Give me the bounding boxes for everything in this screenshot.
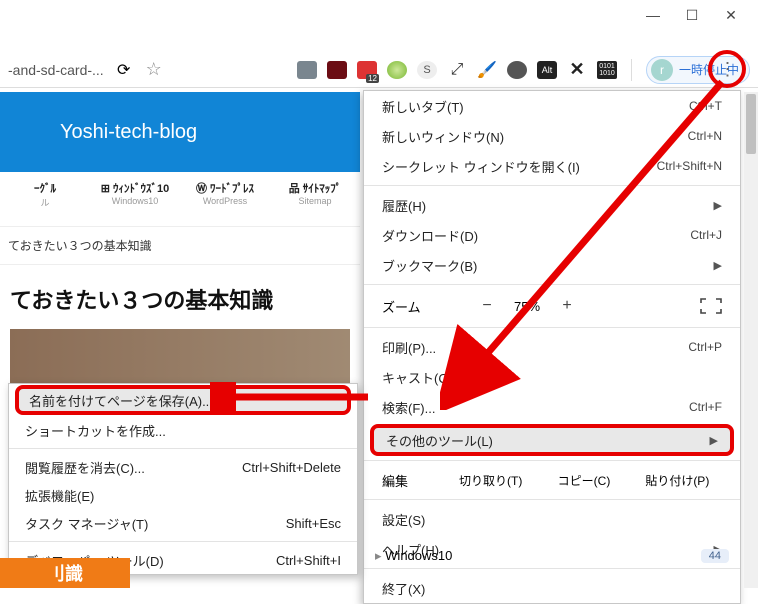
extension-icon[interactable] <box>387 61 407 79</box>
extension-icon[interactable]: 01011010 <box>597 61 617 79</box>
menu-find[interactable]: 検索(F)...Ctrl+F <box>364 392 740 422</box>
extension-icon[interactable]: 🖌️ <box>477 61 497 79</box>
chevron-right-icon: ▶ <box>710 434 718 447</box>
menu-print[interactable]: 印刷(P)...Ctrl+P <box>364 332 740 362</box>
menu-kebab-icon[interactable]: ⋮ <box>719 59 736 80</box>
menu-incognito[interactable]: シークレット ウィンドウを開く(I)Ctrl+Shift+N <box>364 151 740 181</box>
nav-item[interactable]: ｰｸﾞﾙル <box>0 172 90 226</box>
site-hero: Yoshi-tech-blog <box>0 92 360 172</box>
fullscreen-icon[interactable] <box>700 298 722 314</box>
menu-new-window[interactable]: 新しいウィンドウ(N)Ctrl+N <box>364 121 740 151</box>
extension-icon[interactable]: Alt <box>537 61 557 79</box>
submenu-clear-history[interactable]: 閲覧履歴を消去(C)...Ctrl+Shift+Delete <box>9 453 357 481</box>
extension-icon[interactable] <box>507 61 527 79</box>
menu-more-tools[interactable]: その他のツール(L)▶ <box>370 424 734 456</box>
menu-settings[interactable]: 設定(S) <box>364 504 740 534</box>
maximize-button[interactable]: ☐ <box>685 8 699 22</box>
chevron-right-icon: ▸ <box>375 548 382 563</box>
extension-icon[interactable]: ⤢ <box>447 61 467 79</box>
menu-cast[interactable]: キャスト(C)... <box>364 362 740 392</box>
chevron-right-icon: ▶ <box>714 259 722 272</box>
page-content: Yoshi-tech-blog ｰｸﾞﾙル ⊞ ｳｨﾝﾄﾞｳｽﾞ10Window… <box>0 92 360 409</box>
extension-icon[interactable]: S <box>417 61 437 79</box>
site-nav: ｰｸﾞﾙル ⊞ ｳｨﾝﾄﾞｳｽﾞ10Windows10 Ⓦ ﾜｰﾄﾞﾌﾟﾚｽWo… <box>0 172 360 227</box>
bottom-strip: 刂識 <box>0 558 130 588</box>
nav-item[interactable]: ⊞ ｳｨﾝﾄﾞｳｽﾞ10Windows10 <box>90 172 180 226</box>
reload-icon[interactable]: ⟳ <box>114 60 134 80</box>
extension-icon[interactable]: 12 <box>357 61 377 79</box>
article-title: ておきたい３つの基本知識 <box>10 283 350 315</box>
profile-avatar: r <box>651 59 673 81</box>
address-fragment: -and-sd-card-... <box>8 62 104 78</box>
scrollbar[interactable] <box>744 92 758 588</box>
extension-icon[interactable] <box>327 61 347 79</box>
close-button[interactable]: ✕ <box>724 8 738 22</box>
menu-exit[interactable]: 終了(X) <box>364 573 740 603</box>
extension-icon[interactable] <box>297 61 317 79</box>
submenu-save-as[interactable]: 名前を付けてページを保存(A)... <box>15 385 351 415</box>
zoom-out-button[interactable]: − <box>472 297 502 315</box>
submenu-extensions[interactable]: 拡張機能(E) <box>9 481 357 509</box>
copy-button[interactable]: コピー(C) <box>539 472 628 489</box>
menu-edit: 編集 切り取り(T) コピー(C) 貼り付け(P) <box>364 465 740 495</box>
submenu-create-shortcut[interactable]: ショートカットを作成... <box>9 416 357 444</box>
chrome-main-menu: 新しいタブ(T)Ctrl+T 新しいウィンドウ(N)Ctrl+N シークレット … <box>363 90 741 604</box>
scrollbar-thumb[interactable] <box>746 94 756 154</box>
extension-icon[interactable]: ✕ <box>567 61 587 79</box>
menu-downloads[interactable]: ダウンロード(D)Ctrl+J <box>364 220 740 250</box>
more-tools-submenu: 名前を付けてページを保存(A)... ショートカットを作成... 閲覧履歴を消去… <box>8 383 358 575</box>
category-row[interactable]: ▸ Windows10 44 <box>363 540 741 572</box>
browser-toolbar: -and-sd-card-... ⟳ ☆ 12 S ⤢ 🖌️ Alt ✕ 010… <box>0 52 758 88</box>
nav-item[interactable]: 品 ｻｲﾄﾏｯﾌﾟSitemap <box>270 172 360 226</box>
cut-button[interactable]: 切り取り(T) <box>446 472 535 489</box>
chevron-right-icon: ▶ <box>714 199 722 212</box>
submenu-task-manager[interactable]: タスク マネージャ(T)Shift+Esc <box>9 509 357 537</box>
count-badge: 44 <box>701 549 729 563</box>
minimize-button[interactable]: — <box>646 8 660 22</box>
menu-zoom: ズーム − 75% + <box>364 289 740 323</box>
kebab-highlight: ⋮ <box>708 50 746 88</box>
menu-bookmarks[interactable]: ブックマーク(B)▶ <box>364 250 740 280</box>
zoom-value: 75% <box>502 299 552 314</box>
menu-history[interactable]: 履歴(H)▶ <box>364 190 740 220</box>
menu-new-tab[interactable]: 新しいタブ(T)Ctrl+T <box>364 91 740 121</box>
paste-button[interactable]: 貼り付け(P) <box>633 472 722 489</box>
zoom-in-button[interactable]: + <box>552 297 582 315</box>
bookmark-star-icon[interactable]: ☆ <box>144 60 164 80</box>
breadcrumb: ておきたい３つの基本知識 <box>0 227 360 265</box>
nav-item[interactable]: Ⓦ ﾜｰﾄﾞﾌﾟﾚｽWordPress <box>180 172 270 226</box>
